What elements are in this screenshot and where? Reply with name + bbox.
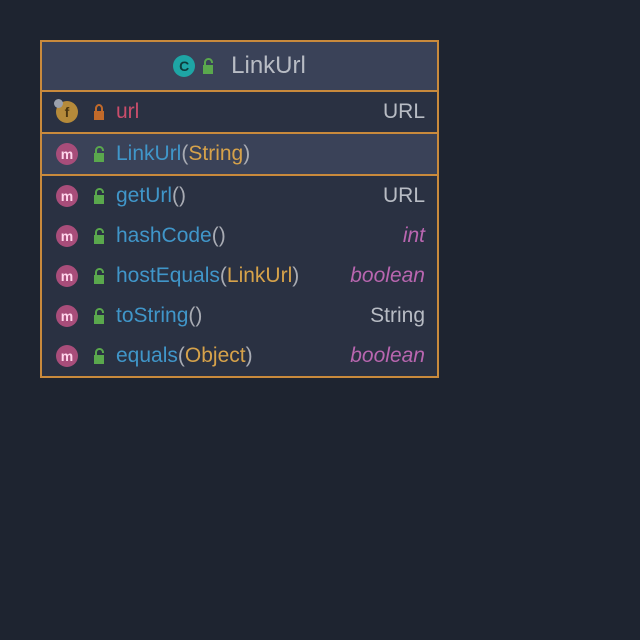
- paren: ): [195, 304, 202, 327]
- method-icon: m: [56, 185, 78, 207]
- unlock-icon: [92, 308, 106, 324]
- fields-section: f url URL: [42, 92, 437, 134]
- method-icon: m: [56, 143, 78, 165]
- member-row[interactable]: m hashCode() int: [42, 216, 437, 256]
- member-name: hashCode: [116, 224, 212, 247]
- member-row[interactable]: f url URL: [42, 92, 437, 132]
- member-param: LinkUrl: [227, 264, 292, 287]
- member-type: String: [370, 304, 425, 327]
- member-name: toString: [116, 304, 188, 327]
- unlock-icon: [92, 146, 106, 162]
- member-name: hostEquals: [116, 264, 220, 287]
- member-type: URL: [383, 100, 425, 123]
- member-name: LinkUrl: [116, 142, 181, 165]
- member-type: boolean: [350, 264, 425, 287]
- paren: (: [172, 184, 179, 207]
- method-icon: m: [56, 225, 78, 247]
- class-header[interactable]: C LinkUrl: [42, 42, 437, 92]
- member-name: getUrl: [116, 184, 172, 207]
- lock-icon: [92, 104, 106, 120]
- method-icon: m: [56, 265, 78, 287]
- unlock-icon: [201, 58, 215, 74]
- methods-section: mgetUrl()URLmhashCode()intmhostEquals(Li…: [42, 176, 437, 376]
- unlock-icon: [92, 268, 106, 284]
- field-icon: f: [56, 101, 78, 123]
- paren: ): [219, 224, 226, 247]
- paren: ): [292, 264, 299, 287]
- unlock-icon: [92, 228, 106, 244]
- paren: (: [212, 224, 219, 247]
- member-name: url: [116, 100, 139, 123]
- member-type: boolean: [350, 344, 425, 367]
- member-param: String: [188, 142, 243, 165]
- member-row[interactable]: mtoString()String: [42, 296, 437, 336]
- paren: ): [243, 142, 250, 165]
- class-diagram: C LinkUrl furlURL mLinkUrl(String) mgetU…: [40, 40, 439, 378]
- paren: (: [178, 344, 185, 367]
- member-param: Object: [185, 344, 246, 367]
- member-row[interactable]: m hostEquals(LinkUrl) boolean: [42, 256, 437, 296]
- member-type: int: [403, 224, 425, 247]
- member-row[interactable]: m equals(Object) boolean: [42, 336, 437, 376]
- member-name: equals: [116, 344, 178, 367]
- paren: ): [179, 184, 186, 207]
- paren: ): [246, 344, 253, 367]
- paren: (: [220, 264, 227, 287]
- member-type: URL: [383, 184, 425, 207]
- class-icon: C: [173, 55, 195, 77]
- constructors-section: mLinkUrl(String): [42, 134, 437, 176]
- member-row[interactable]: mLinkUrl(String): [42, 134, 437, 174]
- unlock-icon: [92, 188, 106, 204]
- member-row[interactable]: m getUrl() URL: [42, 176, 437, 216]
- method-icon: m: [56, 345, 78, 367]
- unlock-icon: [92, 348, 106, 364]
- class-name: LinkUrl: [231, 52, 306, 80]
- method-icon: m: [56, 305, 78, 327]
